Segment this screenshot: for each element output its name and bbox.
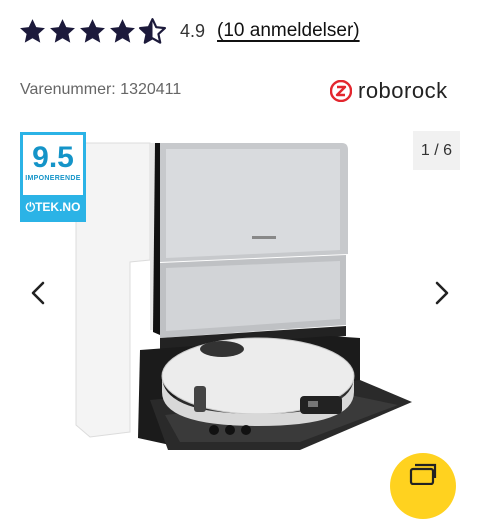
brand-logo: roborock: [330, 78, 448, 104]
gallery-counter: 1 / 6: [413, 131, 460, 170]
power-icon: ⏻: [25, 200, 36, 214]
chevron-right-icon[interactable]: [426, 278, 456, 308]
reviews-link[interactable]: (10 anmeldelser): [217, 20, 360, 42]
brand-name: roborock: [358, 78, 448, 103]
sku-label: Varenummer: 1320411: [20, 81, 182, 98]
badge-label: IMPONERENDE: [25, 175, 81, 182]
rating-stars: [18, 17, 168, 46]
star-icon: [80, 18, 105, 43]
review-score-badge: 9.5 IMPONERENDE ⏻TEK.NO: [20, 132, 86, 222]
rating-value: 4.9: [180, 20, 206, 41]
roborock-logo-icon: [330, 80, 352, 102]
badge-source: ⏻TEK.NO: [23, 195, 83, 219]
star-icon: [20, 18, 45, 43]
gallery-fab-button[interactable]: [390, 453, 456, 519]
badge-score: 9.5: [32, 141, 74, 174]
chevron-left-icon[interactable]: [24, 278, 54, 308]
star-icon: [110, 18, 135, 43]
half-star-icon: [138, 17, 167, 44]
star-icon: [50, 18, 75, 43]
gallery-icon: [409, 463, 437, 485]
rating-row: 4.9 (10 anmeldelser): [18, 14, 360, 48]
